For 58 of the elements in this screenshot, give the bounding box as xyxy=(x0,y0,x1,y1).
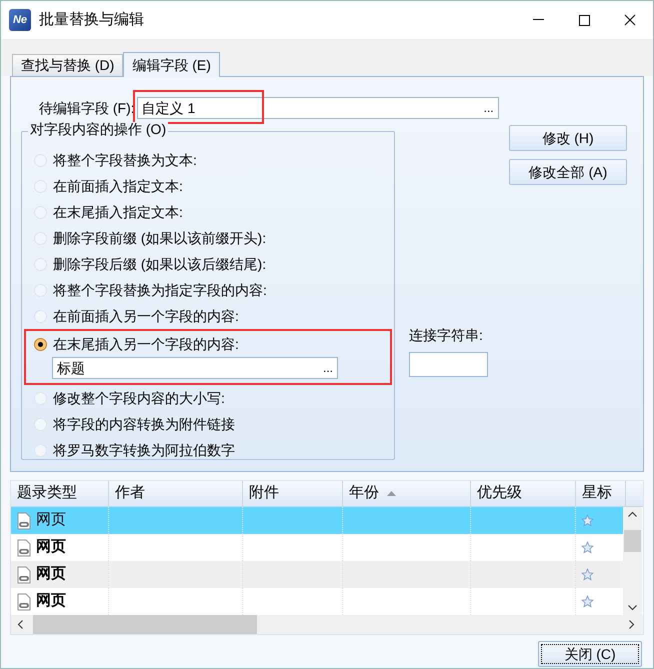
app-logo: Ne xyxy=(9,9,31,31)
table-row[interactable]: 网页 xyxy=(11,561,623,588)
field-selector[interactable]: 自定义 1 ... xyxy=(136,97,499,119)
scroll-down-icon[interactable] xyxy=(628,605,637,611)
column-header[interactable]: 题录类型 xyxy=(11,481,109,506)
option-label: 将整个字段替换为指定字段的内容: xyxy=(53,280,267,300)
web-page-icon xyxy=(16,566,32,584)
scroll-right-icon[interactable] xyxy=(629,620,635,629)
option-label: 将整个字段替换为文本: xyxy=(53,150,197,170)
table-cell-text: 网页 xyxy=(36,537,66,558)
option-label: 在前面插入指定文本: xyxy=(53,176,183,196)
separator-label: 连接字符串: xyxy=(409,326,484,345)
source-field-selector[interactable]: 标题 ... xyxy=(52,357,338,379)
web-page-icon xyxy=(16,512,32,530)
column-header[interactable]: 作者 xyxy=(109,481,243,506)
option-label: 将字段的内容转换为附件链接 xyxy=(53,414,235,434)
column-header[interactable]: 优先级 xyxy=(471,481,576,506)
column-header[interactable]: 附件 xyxy=(243,481,343,506)
column-header[interactable]: 年份 xyxy=(343,481,471,506)
option-label: 删除字段后缀 (如果以该后缀结尾): xyxy=(53,254,266,274)
action-button[interactable]: 修改全部 (A) xyxy=(509,159,627,185)
horizontal-scrollbar[interactable] xyxy=(11,615,643,634)
field-label: 待编辑字段 (F): xyxy=(39,98,135,118)
tab[interactable]: 编辑字段 (E) xyxy=(123,52,220,77)
option-label: 在前面插入另一个字段的内容: xyxy=(53,306,239,326)
column-header[interactable]: 星标 xyxy=(576,481,626,506)
option-label: 将罗马数字转换为阿拉伯数字 xyxy=(53,440,235,460)
scroll-thumb[interactable] xyxy=(624,530,641,552)
tab[interactable]: 查找与替换 (D) xyxy=(12,54,124,76)
close-dialog-button[interactable]: 关闭 (C) xyxy=(538,641,642,667)
web-page-icon xyxy=(16,538,32,556)
option-label: 删除字段前缀 (如果以该前缀开头): xyxy=(53,228,266,248)
option-label: 在末尾插入指定文本: xyxy=(53,202,183,222)
star-icon[interactable] xyxy=(581,568,594,581)
radio-button[interactable] xyxy=(34,338,47,350)
option-label: 修改整个字段内容的大小写: xyxy=(53,388,225,408)
table-cell-text: 网页 xyxy=(36,564,66,584)
table-cell-text: 网页 xyxy=(36,510,66,530)
minimize-icon xyxy=(532,19,544,21)
scroll-left-icon[interactable] xyxy=(17,620,23,629)
star-icon[interactable] xyxy=(581,541,594,554)
star-icon[interactable] xyxy=(581,514,594,527)
star-icon[interactable] xyxy=(581,595,594,608)
window-title: 批量替换与编辑 xyxy=(39,10,144,30)
web-page-icon xyxy=(16,592,32,610)
separator-input[interactable] xyxy=(409,352,488,377)
browse-button[interactable]: ... xyxy=(480,102,498,114)
table-cell-text: 网页 xyxy=(36,591,66,612)
browse-button[interactable]: ... xyxy=(318,362,337,374)
vertical-scrollbar[interactable] xyxy=(623,507,642,615)
close-icon xyxy=(624,14,636,26)
action-button[interactable]: 修改 (H) xyxy=(509,125,627,151)
table-row[interactable]: 网页 xyxy=(11,507,623,534)
scroll-up-icon[interactable] xyxy=(628,511,637,517)
group-title: 对字段内容的操作 (O) xyxy=(28,122,168,136)
option-label: 在末尾插入另一个字段的内容: xyxy=(53,334,239,354)
maximize-icon xyxy=(578,14,590,26)
scroll-thumb[interactable] xyxy=(33,615,257,634)
